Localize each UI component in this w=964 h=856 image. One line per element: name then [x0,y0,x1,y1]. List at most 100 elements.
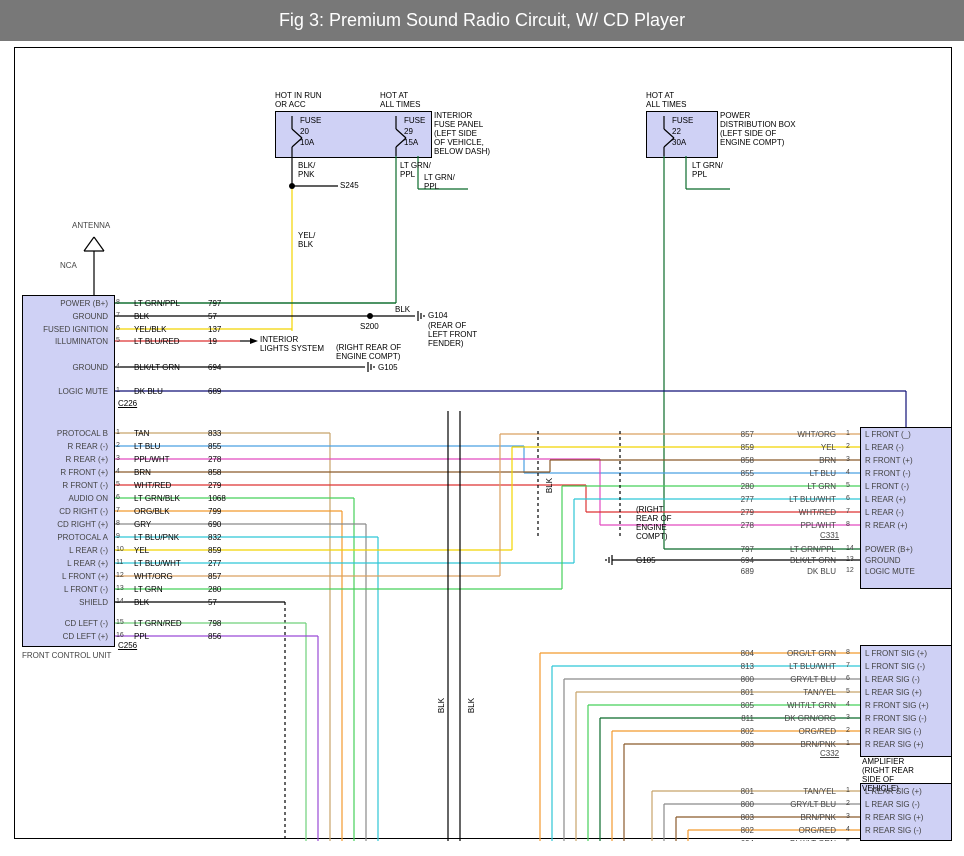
pin-num: 3 [116,455,120,462]
wire-id: 137 [208,325,221,334]
pin-name: R REAR (-) [22,442,108,451]
pin-num: 1 [846,430,850,437]
wire-color: TAN [134,429,149,438]
wire-color: ORG/LT GRN [756,649,836,658]
wire-color: PPL/WHT [134,455,170,464]
wire-color: BRN/PNK [756,813,836,822]
wire-color: WHT/RED [134,481,171,490]
wire-id: 803 [720,813,754,822]
pin-name: L REAR SIG (+) [865,787,922,796]
wire-color: GRY/LT BLU [756,800,836,809]
wire-color: BRN [756,456,836,465]
wire-color: BLK [134,598,149,607]
wire-id: 856 [208,632,221,641]
pin-name: L FRONT SIG (+) [865,649,927,658]
pin-num: 4 [116,468,120,475]
antenna-label: ANTENNA [72,221,110,230]
wire-id: 857 [208,572,221,581]
pin-name: L REAR SIG (-) [865,675,920,684]
pin-num: 6 [116,325,120,332]
pin-num: 5 [116,337,120,344]
pin-num: 10 [116,546,124,553]
diagram-canvas: FRONT CONTROL UNIT HOT IN RUN OR ACC HOT… [0,41,964,841]
wire-id: 277 [720,495,754,504]
splice-s245 [289,183,295,189]
wire-id: 689 [720,567,754,576]
pin-name: L FRONT (+) [22,572,108,581]
pin-num: 2 [116,442,120,449]
wire-id: 803 [720,740,754,749]
wire-color: BLK/LT GRN [134,363,180,372]
wire-color: YEL [756,443,836,452]
wire-color: BLK/LT GRN [756,839,836,841]
pin-name: R REAR (+) [22,455,108,464]
pin-num: 12 [846,567,854,574]
wire-color: LT BLU/RED [134,337,180,346]
pin-num: 3 [846,714,850,721]
wire-color: BLK/LT GRN [756,556,836,565]
fusepanel-note: INTERIOR FUSE PANEL (LEFT SIDE OF VEHICL… [434,111,490,156]
pin-name: FUSED IGNITION [22,325,108,334]
wire-id: 801 [720,688,754,697]
pin-num: 8 [116,520,120,527]
pin-name: R REAR SIG (+) [865,740,923,749]
yelblk: YEL/ BLK [298,231,315,249]
wire-id: 689 [208,387,221,396]
pdb-note: POWER DISTRIBUTION BOX (LEFT SIDE OF ENG… [720,111,796,147]
pin-num: 4 [846,469,850,476]
wire-id: 802 [720,826,754,835]
pin-num: 8 [846,649,850,656]
pin-name: GROUND [22,363,108,372]
wire-color: LT GRN/PPL [756,545,836,554]
wire-id: 1068 [208,494,226,503]
page-title: Fig 3: Premium Sound Radio Circuit, W/ C… [0,0,964,41]
wire-color: LT GRN [756,482,836,491]
s245: S245 [340,181,359,190]
wire-id: 811 [720,714,754,723]
wire-color: BRN/PNK [756,740,836,749]
pin-name: R FRONT (+) [22,468,108,477]
pin-name: LOGIC MUTE [22,387,108,396]
pin-num: 7 [846,662,850,669]
pin-num: 2 [846,443,850,450]
wire-id: 813 [720,662,754,671]
wire-color: GRY [134,520,151,529]
pin-num: 15 [116,619,124,626]
wire-color: PPL [134,632,149,641]
wire-color: LT GRN/BLK [134,494,180,503]
g105r-note: (RIGHT REAR OF ENGINE COMPT) [636,505,672,541]
c256: C256 [118,641,137,650]
pin-name: SHIELD [22,598,108,607]
pin-num: 11 [116,559,123,566]
pin-name: R FRONT (+) [865,456,913,465]
g104: G104 [428,311,448,320]
wire-id: 804 [720,649,754,658]
pin-name: R FRONT SIG (-) [865,714,927,723]
wire-color: LT BLU/WHT [756,662,836,671]
wire-color: LT BLU [756,469,836,478]
blk-vert-1: BLK [437,698,446,713]
fuse29a: FUSE [404,116,425,125]
pin-num: 1 [116,429,120,436]
pin-num: 13 [116,585,124,592]
wire-id: 694 [208,363,221,372]
wire-id: 799 [208,507,221,516]
fuse22c: 30A [672,138,686,147]
pin-num: 8 [846,521,850,528]
pin-num: 2 [846,800,850,807]
pin-name: L REAR (+) [865,495,906,504]
wire-color: YEL/BLK [134,325,166,334]
pin-name: CD LEFT (+) [22,632,108,641]
pin-num: 7 [846,508,850,515]
wire-id: 801 [720,787,754,796]
wire-id: 278 [720,521,754,530]
g104-note: (REAR OF LEFT FRONT FENDER) [428,321,477,348]
wire-color: YEL [134,546,149,555]
wire-color: LT BLU/WHT [134,559,181,568]
fuse20b: 20 [300,127,309,136]
pin-name: CD LEFT (-) [22,619,108,628]
wire-id: 57 [208,598,217,607]
pin-name: CD RIGHT (-) [22,507,108,516]
pin-num: 7 [116,507,120,514]
wire-color: WHT/ORG [756,430,836,439]
